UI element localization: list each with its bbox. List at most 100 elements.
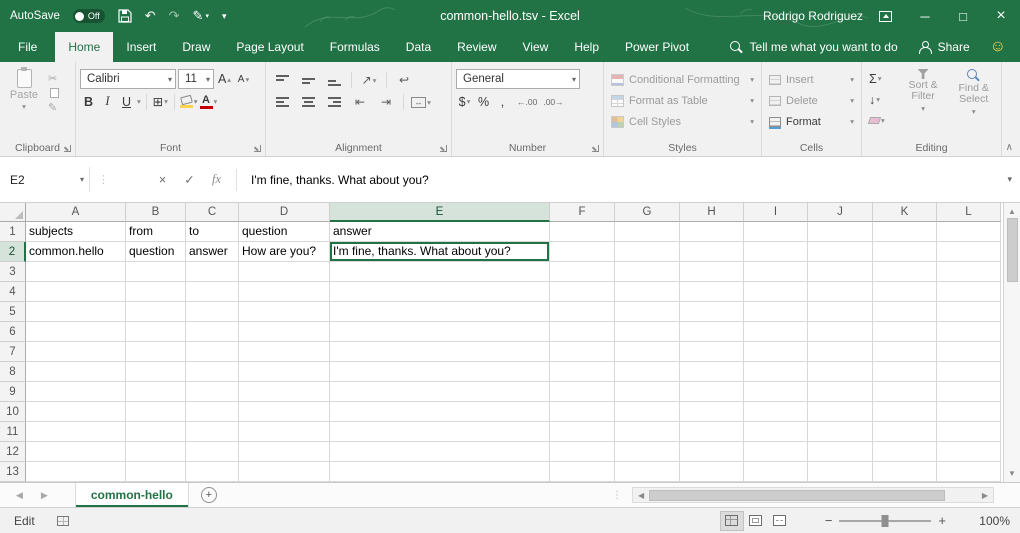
cell-C2[interactable]: answer	[186, 242, 239, 262]
tab-view[interactable]: View	[510, 32, 562, 62]
fill-color-button[interactable]: ▾	[180, 92, 198, 111]
draw-mode-button[interactable]: ✎ ▾	[193, 8, 209, 24]
column-header-D[interactable]: D	[239, 203, 330, 222]
cell-G5[interactable]	[615, 302, 680, 322]
cell-J3[interactable]	[808, 262, 873, 282]
account-user-name[interactable]: Rodrigo Rodriguez	[763, 9, 863, 23]
align-left-button[interactable]	[270, 93, 294, 111]
cell-F2[interactable]	[550, 242, 615, 262]
cell-B4[interactable]	[126, 282, 186, 302]
page-break-view-button[interactable]	[769, 512, 791, 530]
comma-style-button[interactable]: ,	[494, 92, 511, 111]
cell-E11[interactable]	[330, 422, 550, 442]
row-header-3[interactable]: 3	[0, 262, 26, 282]
column-header-E[interactable]: E	[330, 203, 550, 222]
middle-align-button[interactable]	[296, 71, 320, 89]
formula-bar-resize-handle[interactable]: ⋮	[98, 173, 109, 186]
zoom-level[interactable]: 100%	[972, 514, 1010, 528]
column-header-C[interactable]: C	[186, 203, 239, 222]
merge-center-button[interactable]: ↔▾	[409, 93, 433, 111]
cell-K4[interactable]	[873, 282, 937, 302]
cell-F4[interactable]	[550, 282, 615, 302]
cell-D1[interactable]: question	[239, 222, 330, 242]
cell-styles-button[interactable]: Cell Styles ▾	[608, 112, 757, 131]
scroll-down-button[interactable]: ▼	[1008, 467, 1016, 482]
cell-K7[interactable]	[873, 342, 937, 362]
cell-K3[interactable]	[873, 262, 937, 282]
cell-J4[interactable]	[808, 282, 873, 302]
sheet-tab-common-hello[interactable]: common-hello	[75, 483, 189, 507]
cell-J9[interactable]	[808, 382, 873, 402]
cell-D2[interactable]: How are you?	[239, 242, 330, 262]
cell-B3[interactable]	[126, 262, 186, 282]
cell-B11[interactable]	[126, 422, 186, 442]
cell-C13[interactable]	[186, 462, 239, 482]
maximize-button[interactable]: □	[944, 0, 982, 32]
cell-H4[interactable]	[680, 282, 744, 302]
cell-L11[interactable]	[937, 422, 1001, 442]
cell-B10[interactable]	[126, 402, 186, 422]
cell-F6[interactable]	[550, 322, 615, 342]
cell-E7[interactable]	[330, 342, 550, 362]
cell-F13[interactable]	[550, 462, 615, 482]
cell-D11[interactable]	[239, 422, 330, 442]
cell-D8[interactable]	[239, 362, 330, 382]
cell-D6[interactable]	[239, 322, 330, 342]
formula-input[interactable]: I'm fine, thanks. What about you?	[243, 173, 999, 187]
cell-L1[interactable]	[937, 222, 1001, 242]
cell-L10[interactable]	[937, 402, 1001, 422]
row-header-11[interactable]: 11	[0, 422, 26, 442]
cell-G8[interactable]	[615, 362, 680, 382]
cell-K8[interactable]	[873, 362, 937, 382]
cell-A12[interactable]	[26, 442, 126, 462]
cell-I13[interactable]	[744, 462, 808, 482]
cell-D10[interactable]	[239, 402, 330, 422]
cell-G6[interactable]	[615, 322, 680, 342]
cell-I10[interactable]	[744, 402, 808, 422]
cell-I5[interactable]	[744, 302, 808, 322]
italic-button[interactable]: I	[99, 92, 116, 111]
cell-E13[interactable]	[330, 462, 550, 482]
alignment-dialog-launcher[interactable]	[440, 145, 447, 152]
cell-J8[interactable]	[808, 362, 873, 382]
conditional-formatting-button[interactable]: Conditional Formatting ▾	[608, 70, 757, 89]
expand-formula-bar-button[interactable]: ▾	[999, 174, 1020, 185]
delete-cells-button[interactable]: Delete ▾	[766, 91, 857, 110]
cell-B12[interactable]	[126, 442, 186, 462]
scroll-left-button[interactable]: ◀	[633, 491, 649, 500]
ribbon-display-options-button[interactable]	[879, 11, 892, 22]
undo-button[interactable]: ↶	[145, 8, 156, 24]
cell-F8[interactable]	[550, 362, 615, 382]
cell-K5[interactable]	[873, 302, 937, 322]
insert-function-button[interactable]: fx	[203, 172, 230, 187]
column-header-H[interactable]: H	[680, 203, 744, 222]
cell-A6[interactable]	[26, 322, 126, 342]
top-align-button[interactable]	[270, 71, 294, 89]
cell-C4[interactable]	[186, 282, 239, 302]
font-dialog-launcher[interactable]	[254, 145, 261, 152]
orientation-button[interactable]: ↗▾	[357, 71, 381, 89]
column-header-J[interactable]: J	[808, 203, 873, 222]
cell-G2[interactable]	[615, 242, 680, 262]
cell-C10[interactable]	[186, 402, 239, 422]
cell-L12[interactable]	[937, 442, 1001, 462]
cell-B5[interactable]	[126, 302, 186, 322]
cell-L13[interactable]	[937, 462, 1001, 482]
scroll-up-button[interactable]: ▲	[1008, 203, 1016, 218]
cell-D5[interactable]	[239, 302, 330, 322]
cell-F5[interactable]	[550, 302, 615, 322]
font-name-combo[interactable]: Calibri ▾	[80, 69, 176, 89]
tab-insert[interactable]: Insert	[113, 32, 169, 62]
cell-B9[interactable]	[126, 382, 186, 402]
cell-F9[interactable]	[550, 382, 615, 402]
cell-J10[interactable]	[808, 402, 873, 422]
share-button[interactable]: Share	[918, 40, 970, 54]
cell-K13[interactable]	[873, 462, 937, 482]
increase-decimal-button[interactable]: ←.00	[517, 97, 537, 107]
cell-F7[interactable]	[550, 342, 615, 362]
cell-B6[interactable]	[126, 322, 186, 342]
cell-C8[interactable]	[186, 362, 239, 382]
tab-power-pivot[interactable]: Power Pivot	[612, 32, 702, 62]
cell-C12[interactable]	[186, 442, 239, 462]
copy-button[interactable]	[50, 88, 59, 98]
